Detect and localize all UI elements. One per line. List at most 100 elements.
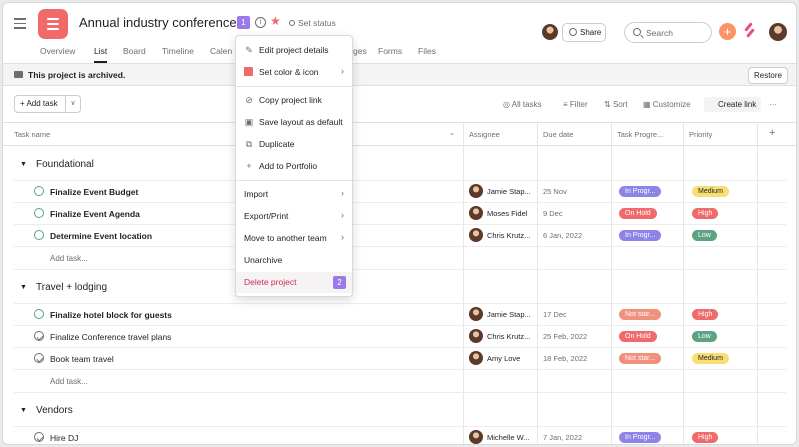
section-title[interactable]: Travel + lodging — [36, 282, 107, 293]
menu-item-edit-project-details[interactable]: ✎ Edit project details — [236, 40, 352, 61]
task-name[interactable]: Book team travel — [50, 354, 114, 364]
tab-board[interactable]: Board — [123, 46, 146, 56]
due-date[interactable]: 18 Feb, 2022 — [543, 354, 587, 363]
add-task-link[interactable]: Add task... — [50, 377, 88, 386]
menu-item-move-team[interactable]: Move to another team › — [236, 228, 352, 249]
tab-calendar[interactable]: Calen — [210, 46, 232, 56]
assignee-name[interactable]: Jamie Stap... — [487, 187, 531, 196]
task-complete-checkbox[interactable] — [34, 331, 44, 341]
priority-pill[interactable]: Low — [692, 230, 717, 241]
tab-files[interactable]: Files — [418, 46, 436, 56]
project-list-icon[interactable] — [38, 9, 68, 39]
tab-timeline[interactable]: Timeline — [162, 46, 194, 56]
add-task-dropdown-icon[interactable]: ∨ — [66, 95, 81, 113]
add-task-link[interactable]: Add task... — [50, 254, 88, 263]
menu-item-duplicate[interactable]: ⧉ Duplicate — [236, 134, 352, 155]
tab-messages[interactable]: ges — [353, 46, 367, 56]
user-avatar[interactable] — [769, 23, 787, 41]
task-complete-checkbox[interactable] — [34, 230, 44, 240]
tab-overview[interactable]: Overview — [40, 46, 75, 56]
share-button[interactable]: Share — [562, 23, 606, 42]
progress-pill[interactable]: In Progr... — [619, 186, 662, 197]
task-complete-checkbox[interactable] — [34, 186, 44, 196]
menu-item-copy-project-link[interactable]: ⊘ Copy project link — [236, 90, 352, 111]
filter-button[interactable]: ≡ Filter — [563, 100, 588, 109]
menu-item-unarchive[interactable]: Unarchive — [236, 250, 352, 271]
menu-item-set-color-icon[interactable]: Set color & icon › — [236, 62, 352, 83]
task-complete-checkbox[interactable] — [34, 208, 44, 218]
section-collapse-icon[interactable]: ▼ — [20, 284, 27, 291]
assignee-name[interactable]: Chris Krutz... — [487, 332, 530, 341]
column-task-name[interactable]: Task name — [14, 130, 50, 139]
menu-item-export-print[interactable]: Export/Print › — [236, 206, 352, 227]
progress-pill[interactable]: Not star... — [619, 353, 661, 364]
priority-pill[interactable]: Medium — [692, 353, 729, 364]
all-tasks-filter[interactable]: ◎ All tasks — [503, 100, 542, 109]
priority-pill[interactable]: High — [692, 309, 719, 320]
due-date[interactable]: 9 Dec — [543, 209, 563, 218]
progress-pill[interactable]: Not star... — [619, 309, 661, 320]
customize-button[interactable]: ▦ Customize — [643, 100, 691, 109]
assignee-name[interactable]: Jamie Stap... — [487, 310, 531, 319]
avatar[interactable] — [542, 24, 558, 40]
assignee-name[interactable]: Chris Krutz... — [487, 231, 530, 240]
due-date[interactable]: 25 Nov — [543, 187, 567, 196]
progress-pill[interactable]: In Progr... — [619, 432, 662, 443]
assignee-name[interactable]: Moses Fidel — [487, 209, 527, 218]
due-date[interactable]: 7 Jan, 2022 — [543, 433, 582, 442]
progress-pill[interactable]: On Hold — [619, 331, 657, 342]
lock-icon — [569, 28, 577, 36]
sort-button[interactable]: ⇅ Sort — [604, 100, 628, 109]
progress-pill[interactable]: On Hold — [619, 208, 657, 219]
star-icon[interactable]: ★ — [270, 14, 281, 28]
quick-add-button[interactable]: + — [719, 23, 736, 40]
priority-pill[interactable]: High — [692, 432, 719, 443]
priority-pill[interactable]: Low — [692, 331, 717, 342]
section-title[interactable]: Vendors — [36, 405, 73, 416]
menu-item-save-layout[interactable]: ▣ Save layout as default — [236, 112, 352, 133]
task-name[interactable]: Determine Event location — [50, 231, 152, 241]
menu-item-add-to-portfolio[interactable]: + Add to Portfolio — [236, 156, 352, 177]
tab-forms[interactable]: Forms — [378, 46, 402, 56]
assignee-avatar — [469, 307, 483, 321]
assignee-name[interactable]: Amy Love — [487, 354, 520, 363]
progress-pill[interactable]: In Progr... — [619, 230, 662, 241]
project-title[interactable]: Annual industry conference — [79, 15, 237, 30]
task-name[interactable]: Hire DJ — [50, 433, 78, 443]
set-status-button[interactable]: Set status — [298, 18, 336, 28]
restore-button[interactable]: Restore — [748, 67, 788, 84]
section-title[interactable]: Foundational — [36, 159, 94, 170]
column-due-date[interactable]: Due date — [543, 130, 573, 139]
create-link-button[interactable]: Create link — [704, 97, 761, 112]
menu-item-import[interactable]: Import › — [236, 184, 352, 205]
filter-icon: ≡ — [563, 100, 570, 109]
brand-logo-icon[interactable] — [744, 22, 756, 40]
task-name[interactable]: Finalize Event Budget — [50, 187, 138, 197]
column-assignee[interactable]: Assignee — [469, 130, 500, 139]
add-task-button[interactable]: + Add task — [14, 95, 66, 113]
due-date[interactable]: 17 Dec — [543, 310, 567, 319]
task-name[interactable]: Finalize hotel block for guests — [50, 310, 172, 320]
column-priority[interactable]: Priority — [689, 130, 712, 139]
add-column-button[interactable]: + — [769, 127, 775, 139]
info-icon[interactable]: i — [255, 17, 266, 28]
priority-pill[interactable]: High — [692, 208, 719, 219]
task-complete-checkbox[interactable] — [34, 309, 44, 319]
priority-pill[interactable]: Medium — [692, 186, 729, 197]
due-date[interactable]: 6 Jan, 2022 — [543, 231, 582, 240]
task-name[interactable]: Finalize Event Agenda — [50, 209, 140, 219]
task-name[interactable]: Finalize Conference travel plans — [50, 332, 171, 342]
search-input[interactable]: Search — [624, 22, 712, 43]
assignee-name[interactable]: Michelle W... — [487, 433, 530, 442]
task-complete-checkbox[interactable] — [34, 432, 44, 442]
column-sort-chevron-icon[interactable]: ⌄ — [449, 128, 455, 137]
due-date[interactable]: 25 Feb, 2022 — [543, 332, 587, 341]
hamburger-menu-icon[interactable] — [14, 18, 26, 32]
menu-item-delete-project[interactable]: Delete project 2 — [236, 272, 352, 293]
section-collapse-icon[interactable]: ▼ — [20, 161, 27, 168]
tab-list[interactable]: List — [94, 46, 108, 63]
task-complete-checkbox[interactable] — [34, 353, 44, 363]
more-options-icon[interactable]: ··· — [769, 100, 777, 109]
section-collapse-icon[interactable]: ▼ — [20, 407, 27, 414]
column-task-progress[interactable]: Task Progre... — [617, 130, 663, 139]
